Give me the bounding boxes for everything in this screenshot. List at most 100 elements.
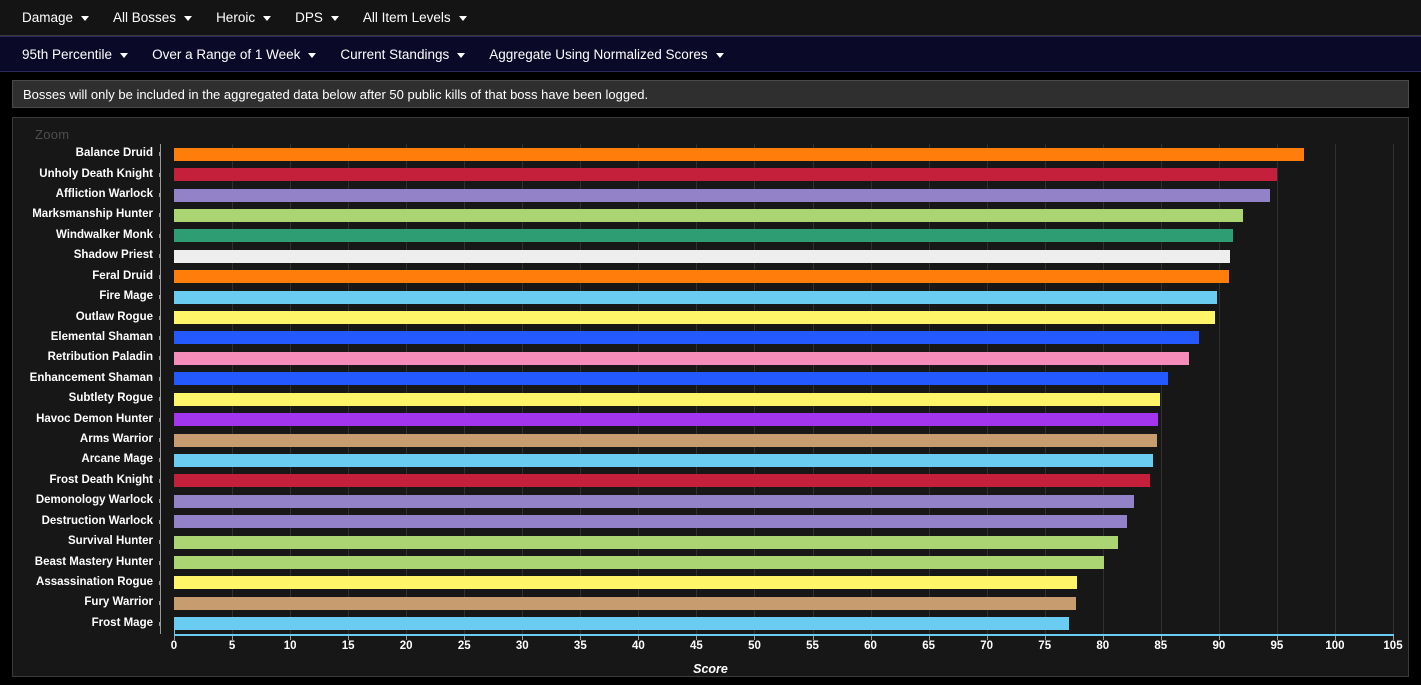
toolbar-secondary: 95th Percentile Over a Range of 1 Week Cur… [0,36,1421,72]
bar[interactable] [174,147,1304,161]
category-label: Frost Mage [91,616,153,629]
bar[interactable] [174,188,1270,202]
menu-all-item-levels[interactable]: All Item Levels [353,6,481,29]
category-label: Balance Druid [75,147,153,160]
x-axis-tick-label: 35 [573,640,587,652]
bar[interactable] [174,270,1230,284]
x-axis-tick-label: 70 [980,640,994,652]
x-axis-tick [1334,636,1336,640]
y-axis-tick [159,213,160,218]
menu-item-label: All Bosses [113,10,177,25]
gridline [1334,144,1336,634]
gridline [1276,144,1278,634]
x-axis-tick-label: 75 [1038,640,1052,652]
bar[interactable] [174,596,1077,610]
category-label: Arms Warrior [79,433,153,446]
category-label: Frost Death Knight [49,473,154,486]
x-axis-tick [174,636,175,640]
category-label: Subtlety Rogue [68,392,153,405]
bar[interactable] [174,515,1128,529]
bar[interactable] [174,453,1153,467]
y-axis-tick [159,295,160,300]
menu-percentile[interactable]: 95th Percentile [12,43,142,66]
bar[interactable] [174,290,1217,304]
y-axis-tick [159,519,160,524]
menu-item-label: Aggregate Using Normalized Scores [489,46,708,62]
menu-dps[interactable]: DPS [285,6,353,29]
bar[interactable] [174,351,1189,365]
bar[interactable] [174,576,1078,590]
bar[interactable] [174,331,1200,345]
x-axis-tick-label: 50 [748,640,761,652]
category-label: Affliction Warlock [55,188,153,201]
chevron-down-icon [715,52,724,58]
x-axis-cap [174,628,175,635]
category-axis-labels: Balance Druid Unholy Death Knight Afflicti… [13,144,159,634]
x-axis-tick-label: 25 [457,640,471,652]
y-axis-tick [159,172,160,177]
category-label: Arcane Mage [81,453,153,466]
y-axis-tick [159,254,160,259]
y-axis-tick [159,274,160,279]
notice-text: Bosses will only be included in the aggr… [23,86,649,102]
category-label: Windwalker Monk [55,228,153,241]
x-axis-tick-label: 60 [864,640,877,652]
y-axis-tick [159,499,160,504]
bar[interactable] [174,392,1160,406]
x-axis-tick [406,636,408,640]
x-axis-tick [1276,636,1278,640]
x-axis-tick [464,636,466,640]
menu-item-label: 95th Percentile [22,46,113,62]
menu-damage[interactable]: Damage [12,6,103,29]
bar[interactable] [174,168,1277,182]
bar[interactable] [174,249,1231,263]
y-axis-tick [159,315,160,320]
x-axis-line [174,634,1394,636]
menu-heroic[interactable]: Heroic [206,6,285,29]
x-axis-tick-label: 20 [399,640,413,652]
menu-item-label: DPS [295,10,323,25]
bar[interactable] [174,556,1104,570]
category-label: Demonology Warlock [35,494,153,507]
bar[interactable] [174,372,1168,386]
y-axis-tick [159,376,160,381]
x-axis-tick [812,636,814,640]
x-axis-tick [870,636,872,640]
menu-time-range[interactable]: Over a Range of 1 Week [142,43,330,66]
bar[interactable] [174,311,1216,325]
y-axis-tick [159,438,160,443]
category-label: Elemental Shaman [50,330,153,343]
menu-item-label: Current Standings [340,46,450,62]
x-axis-tick-label: 40 [631,640,645,652]
x-axis-tick [1218,636,1220,640]
bar[interactable] [174,433,1158,447]
x-axis-tick-label: 80 [1096,640,1110,652]
menu-aggregate[interactable]: Aggregate Using Normalized Scores [479,43,737,66]
chevron-down-icon [263,16,272,21]
y-axis-tick [159,356,160,361]
bar[interactable] [174,413,1159,427]
menu-all-bosses[interactable]: All Bosses [103,6,206,29]
x-axis-tick [1102,636,1104,640]
bar[interactable] [174,474,1151,488]
x-axis-title: Score [693,662,728,676]
category-label: Survival Hunter [68,535,153,548]
bar[interactable] [174,535,1118,549]
notice-bar: Bosses will only be included in the aggr… [12,80,1409,108]
zoom-label[interactable]: Zoom [35,127,69,142]
chevron-down-icon [308,52,317,58]
bar[interactable] [174,208,1244,222]
x-axis-tick-label: 65 [922,640,936,652]
menu-item-label: All Item Levels [362,10,451,25]
bar[interactable] [174,229,1233,243]
x-axis-tick-label: 55 [806,640,819,652]
category-label: Retribution Paladin [47,351,153,364]
menu-standings[interactable]: Current Standings [330,43,479,66]
bar[interactable] [174,494,1135,508]
x-axis-tick-label: 10 [283,640,297,652]
category-label: Enhancement Shaman [29,371,153,384]
menu-item-label: Over a Range of 1 Week [152,46,301,62]
category-label: Fury Warrior [84,596,153,609]
x-axis-tick-label: 5 [228,640,236,652]
bar[interactable] [174,617,1070,631]
